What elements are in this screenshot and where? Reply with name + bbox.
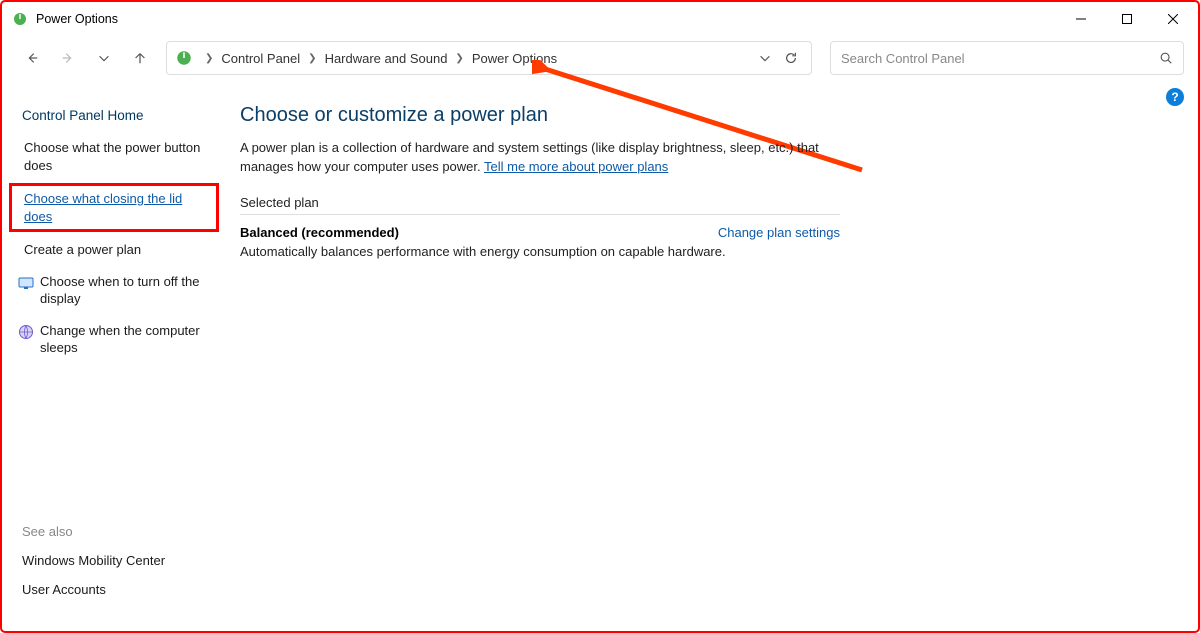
selected-plan-heading: Selected plan <box>240 195 840 215</box>
search-icon <box>1159 51 1173 65</box>
address-dropdown-button[interactable] <box>753 42 777 74</box>
control-panel-home-link[interactable]: Control Panel Home <box>22 108 214 123</box>
plan-description: Automatically balances performance with … <box>240 244 840 259</box>
sidebar-link-power-button[interactable]: Choose what the power button does <box>18 139 214 174</box>
forward-button[interactable] <box>52 42 84 74</box>
see-also-section: See also Windows Mobility Center User Ac… <box>22 524 165 611</box>
breadcrumb-item[interactable]: Hardware and Sound <box>325 51 448 66</box>
up-button[interactable] <box>124 42 156 74</box>
address-bar[interactable]: ❯ Control Panel ❯ Hardware and Sound ❯ P… <box>166 41 812 75</box>
window-title: Power Options <box>36 12 118 26</box>
breadcrumb-item[interactable]: Control Panel <box>221 51 300 66</box>
back-button[interactable] <box>16 42 48 74</box>
recent-locations-button[interactable] <box>88 42 120 74</box>
globe-icon <box>18 324 34 340</box>
breadcrumb-item[interactable]: Power Options <box>472 51 557 66</box>
page-heading: Choose or customize a power plan <box>240 104 1170 127</box>
chevron-right-icon: ❯ <box>205 53 213 64</box>
sidebar-link-create-plan[interactable]: Create a power plan <box>18 241 214 259</box>
search-input[interactable] <box>841 51 1159 66</box>
page-description: A power plan is a collection of hardware… <box>240 139 840 177</box>
see-also-user-accounts[interactable]: User Accounts <box>22 582 165 597</box>
sidebar-link-turn-off-display[interactable]: Choose when to turn off the display <box>18 273 214 308</box>
power-options-icon <box>175 49 193 67</box>
sidebar-link-computer-sleeps[interactable]: Change when the computer sleeps <box>18 322 214 357</box>
refresh-button[interactable] <box>777 42 805 74</box>
title-bar: Power Options <box>2 2 1198 36</box>
plan-name: Balanced (recommended) <box>240 225 399 240</box>
tell-me-more-link[interactable]: Tell me more about power plans <box>484 159 668 174</box>
sidebar-link-closing-lid[interactable]: Choose what closing the lid does <box>14 188 214 227</box>
sidebar: Control Panel Home Choose what the power… <box>2 80 226 631</box>
search-bar[interactable] <box>830 41 1184 75</box>
chevron-right-icon: ❯ <box>455 53 463 64</box>
main-content: Choose or customize a power plan A power… <box>226 80 1198 631</box>
see-also-heading: See also <box>22 524 165 539</box>
nav-row: ❯ Control Panel ❯ Hardware and Sound ❯ P… <box>2 36 1198 80</box>
display-icon <box>18 275 34 291</box>
maximize-button[interactable] <box>1104 2 1150 36</box>
minimize-button[interactable] <box>1058 2 1104 36</box>
power-options-icon <box>12 11 28 27</box>
change-plan-settings-link[interactable]: Change plan settings <box>718 225 840 240</box>
close-button[interactable] <box>1150 2 1196 36</box>
see-also-mobility-center[interactable]: Windows Mobility Center <box>22 553 165 568</box>
chevron-right-icon: ❯ <box>308 53 316 64</box>
